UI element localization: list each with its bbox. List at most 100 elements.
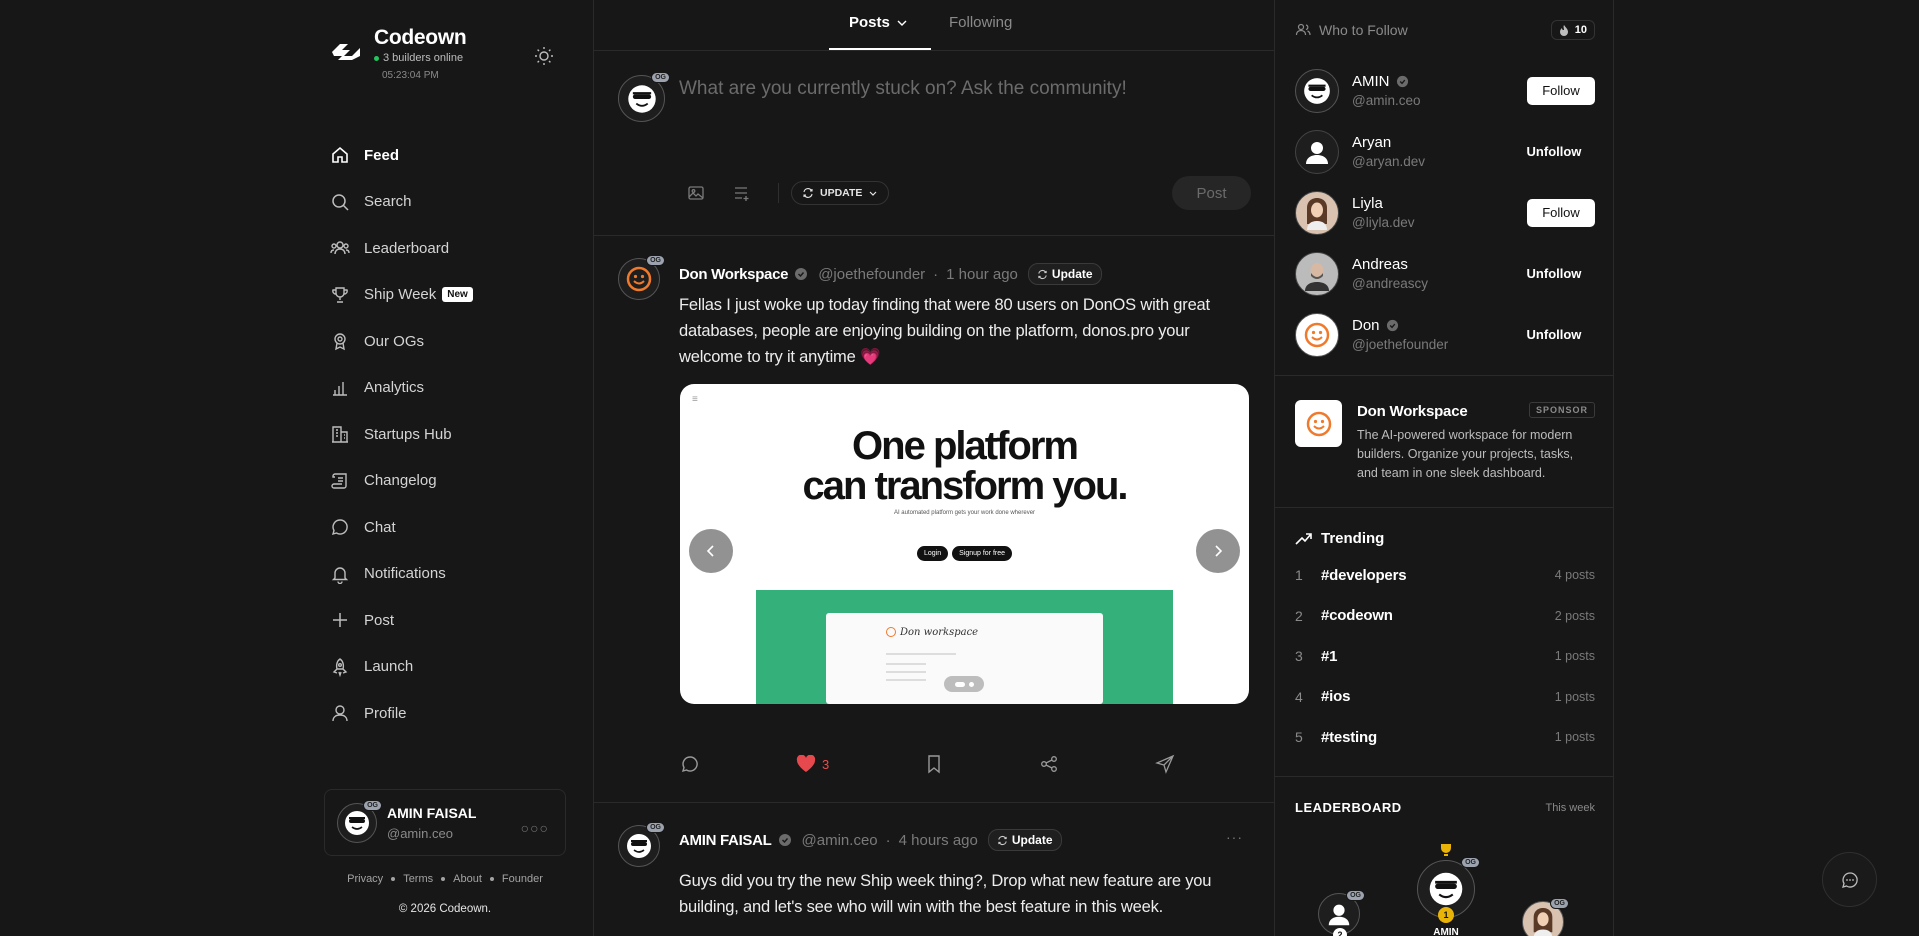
post-avatar[interactable]: OG	[618, 822, 665, 867]
person-photo-icon	[1305, 262, 1329, 291]
smiley-icon	[1304, 322, 1330, 347]
nav-launch[interactable]: Launch	[324, 644, 574, 691]
list-add-icon[interactable]	[732, 183, 752, 203]
image-icon[interactable]	[686, 183, 706, 203]
nav-ship-week[interactable]: Ship Week New	[324, 272, 574, 319]
hashtag: #developers	[1321, 566, 1407, 584]
nav-our-ogs[interactable]: Our OGs	[324, 318, 574, 365]
trending-up-icon	[1295, 532, 1312, 545]
composer-input[interactable]: What are you currently stuck on? Ask the…	[679, 78, 1127, 100]
hashtag: #ios	[1321, 688, 1351, 706]
user-name[interactable]: Andreas	[1352, 256, 1428, 273]
sunglasses-face-icon	[1304, 77, 1330, 104]
trending-item[interactable]: 2 #codeown 2 posts	[1295, 596, 1595, 637]
nav-profile[interactable]: Profile	[324, 690, 574, 737]
unfollow-button[interactable]: Unfollow	[1513, 138, 1595, 166]
trending-item[interactable]: 4 #ios 1 posts	[1295, 677, 1595, 718]
sunglasses-face-icon	[627, 834, 651, 858]
about-link[interactable]: About	[453, 873, 482, 885]
avatar-photo[interactable]	[1295, 251, 1339, 296]
like-button[interactable]: 3	[796, 755, 829, 773]
online-dot-icon	[374, 55, 379, 61]
avatar[interactable]	[1295, 312, 1339, 357]
floating-chat-button[interactable]	[1822, 852, 1877, 907]
more-icon[interactable]: ○○○	[521, 820, 549, 836]
post-tag: Update	[1027, 263, 1102, 285]
follow-suggestion: Don @joethefounder Unfollow	[1295, 304, 1595, 365]
unfollow-button[interactable]: Unfollow	[1513, 321, 1595, 349]
user-name[interactable]: Aryan	[1352, 134, 1425, 151]
trending-item[interactable]: 5 #testing 1 posts	[1295, 717, 1595, 758]
podium-third[interactable]: OG	[1522, 898, 1569, 936]
user-icon	[332, 705, 348, 722]
user-handle: @liyla.dev	[1352, 215, 1415, 230]
terms-link[interactable]: Terms	[403, 873, 433, 885]
media-subtitle: AI automated platform gets your work don…	[893, 510, 1036, 516]
avatar[interactable]	[1295, 129, 1339, 174]
person-photo-icon	[1307, 197, 1327, 230]
nav-search[interactable]: Search	[324, 179, 574, 226]
trophy-icon	[332, 287, 348, 303]
person-photo-icon	[1533, 908, 1553, 936]
nav-changelog[interactable]: Changelog	[324, 458, 574, 505]
nav-leaderboard[interactable]: Leaderboard	[324, 225, 574, 272]
user-handle: @andreascy	[1352, 276, 1428, 291]
privacy-link[interactable]: Privacy	[347, 873, 383, 885]
tab-posts[interactable]: Posts	[849, 14, 909, 31]
bar-chart-icon	[333, 381, 347, 396]
nav-analytics[interactable]: Analytics	[324, 365, 574, 412]
comment-icon[interactable]	[680, 754, 700, 774]
post-body: Guys did you try the new Ship week thing…	[679, 872, 1212, 916]
carousel-next-button[interactable]	[1196, 529, 1240, 573]
bookmark-icon[interactable]	[925, 754, 943, 774]
sponsor-description: The AI-powered workspace for modern buil…	[1357, 428, 1574, 480]
hashtag: #1	[1321, 647, 1338, 665]
sun-icon[interactable]	[534, 46, 554, 66]
share-icon[interactable]	[1039, 754, 1059, 774]
podium-second[interactable]: OG 2	[1318, 890, 1365, 936]
bell-icon	[331, 567, 349, 584]
brand[interactable]: Codeown 3 builders online 05:23:04 PM	[330, 26, 467, 81]
refresh-icon	[803, 188, 813, 198]
trending-item[interactable]: 3 #1 1 posts	[1295, 636, 1595, 677]
trending-item[interactable]: 1 #developers 4 posts	[1295, 555, 1595, 596]
follow-button[interactable]: Follow	[1527, 76, 1595, 105]
avatar-photo[interactable]	[1295, 190, 1339, 235]
post-avatar[interactable]: OG	[618, 255, 665, 300]
user-name[interactable]: Liyla	[1352, 195, 1414, 212]
chevron-down-icon	[869, 191, 877, 196]
author-handle[interactable]: @amin.ceo	[802, 832, 878, 849]
scroll-icon	[331, 473, 347, 489]
home-icon	[332, 147, 348, 164]
unfollow-button[interactable]: Unfollow	[1513, 260, 1595, 288]
nav-chat[interactable]: Chat	[324, 504, 574, 551]
heart-icon	[796, 755, 816, 772]
post-more-icon[interactable]: ···	[1226, 829, 1243, 845]
post-media-carousel[interactable]: ≡ One platform can transform you. AI aut…	[680, 384, 1249, 704]
nav-notifications[interactable]: Notifications	[324, 551, 574, 598]
sponsor-logo	[1295, 400, 1342, 447]
nav-startups-hub[interactable]: Startups Hub	[324, 411, 574, 458]
current-user-card[interactable]: OG AMIN FAISAL @amin.ceo ○○○	[324, 789, 566, 856]
nav-feed[interactable]: Feed	[324, 132, 574, 179]
post-button[interactable]: Post	[1172, 176, 1251, 210]
user-name[interactable]: AMIN	[1352, 73, 1390, 90]
plus-icon	[333, 613, 347, 628]
trophy-icon	[1441, 844, 1451, 856]
author-name[interactable]: Don Workspace	[679, 266, 788, 283]
author-handle[interactable]: @joethefounder	[818, 266, 925, 283]
feed-tabs: Posts Following	[594, 0, 1274, 51]
carousel-pager	[944, 676, 984, 692]
author-name[interactable]: AMIN FAISAL	[679, 832, 772, 849]
streak-badge[interactable]: 10	[1550, 20, 1595, 40]
tab-following[interactable]: Following	[949, 14, 1012, 31]
carousel-prev-button[interactable]	[689, 529, 733, 573]
founder-link[interactable]: Founder	[502, 873, 543, 885]
leaderboard-title: LEADERBOARD	[1295, 800, 1402, 815]
nav-post[interactable]: Post	[324, 597, 574, 644]
send-icon[interactable]	[1155, 754, 1175, 774]
post-type-select[interactable]: UPDATE	[791, 181, 890, 205]
avatar[interactable]	[1295, 68, 1339, 113]
user-name[interactable]: Don	[1352, 317, 1380, 334]
follow-button[interactable]: Follow	[1527, 198, 1595, 227]
